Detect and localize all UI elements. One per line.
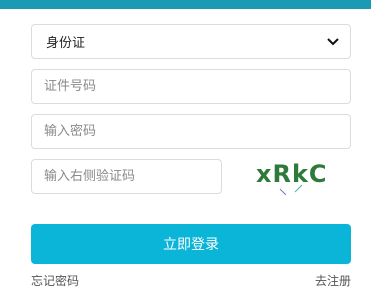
chevron-down-icon [326,35,340,49]
login-button-label: 立即登录 [163,237,219,253]
forgot-password-link[interactable]: 忘记密码 [31,272,79,289]
password-input[interactable] [31,114,351,149]
captcha-input[interactable] [31,159,222,194]
register-link[interactable]: 去注册 [315,272,351,289]
id-type-select[interactable]: 身份证 [31,24,351,59]
id-number-input[interactable] [31,69,351,104]
captcha-image[interactable]: xRkC [250,155,334,196]
top-accent-bar [0,0,371,9]
login-button[interactable]: 立即登录 [31,224,351,264]
captcha-text: xRkC [256,160,328,188]
id-type-selected-value: 身份证 [46,36,86,51]
